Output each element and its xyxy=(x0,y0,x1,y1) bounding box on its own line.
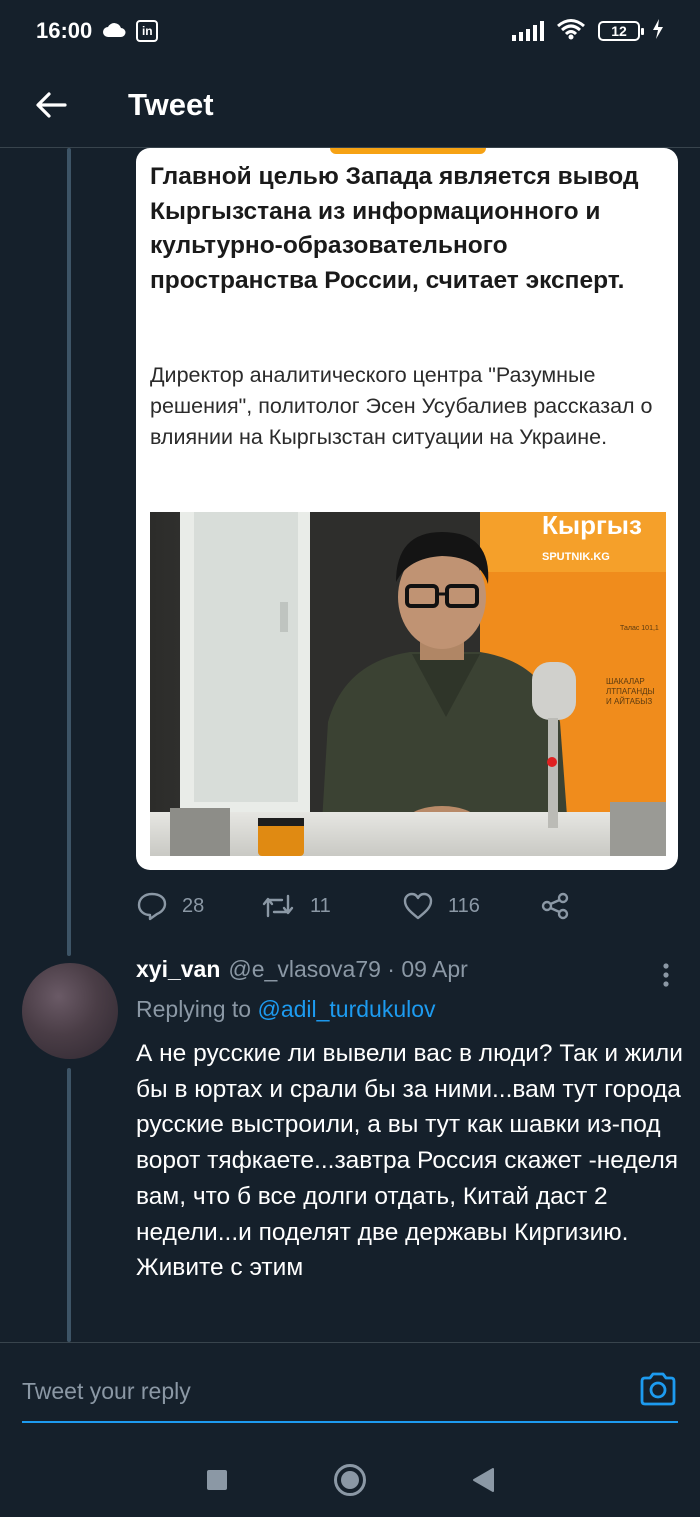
share-icon xyxy=(541,892,569,920)
header: Tweet xyxy=(0,62,700,148)
reply-input[interactable] xyxy=(22,1373,542,1409)
status-right: 12 xyxy=(512,18,664,45)
camera-button[interactable] xyxy=(638,1371,678,1407)
photo-sign-text: Кыргыз xyxy=(542,512,642,540)
comment-icon xyxy=(137,892,167,921)
reply-author-name[interactable]: xyi_van xyxy=(136,956,220,983)
back-button[interactable] xyxy=(26,80,76,130)
system-nav-bar xyxy=(0,1442,700,1517)
reply-header: xyi_van @e_vlasova79 · 09 Apr xyxy=(136,956,468,990)
replying-to: Replying to @adil_turdukulov xyxy=(136,996,436,1023)
photo-sign-line-3: И АЙТАБЫЗ xyxy=(606,697,652,706)
input-underline xyxy=(22,1421,678,1423)
reply-avatar[interactable] xyxy=(22,963,118,1059)
home-circle-icon xyxy=(333,1463,366,1496)
reply-count: 28 xyxy=(182,894,205,917)
recents-button[interactable] xyxy=(197,1460,237,1500)
article-photo: Кыргыз SPUTNIK.KG ШАКАЛАР ЛТПАГАНДЫ И АЙ… xyxy=(150,512,666,856)
like-count: 116 xyxy=(448,894,480,917)
cloud-icon xyxy=(102,18,126,44)
thread-line-bottom xyxy=(67,1068,71,1342)
thread-line-top xyxy=(67,148,71,956)
heart-icon xyxy=(403,892,433,920)
card-category-tab xyxy=(330,148,486,154)
camera-icon xyxy=(640,1372,676,1406)
reply-composer xyxy=(0,1342,700,1442)
photo-sign-brand: SPUTNIK.KG xyxy=(542,551,610,563)
card-body: Директор аналитического центра "Разумные… xyxy=(150,363,653,449)
status-left: 16:00 in xyxy=(36,18,159,44)
retweet-count: 11 xyxy=(310,894,331,917)
replying-to-label: Replying to xyxy=(136,996,258,1022)
photo-illustration: Кыргыз SPUTNIK.KG ШАКАЛАР ЛТПАГАНДЫ И АЙ… xyxy=(150,512,666,856)
like-action[interactable]: 116 xyxy=(402,891,540,921)
wifi-icon xyxy=(556,18,586,45)
reply-handle-date: @e_vlasova79 · 09 Apr xyxy=(228,956,468,982)
reply-action[interactable]: 28 xyxy=(136,891,260,921)
home-button[interactable] xyxy=(330,1460,370,1500)
charging-icon xyxy=(652,18,664,44)
photo-sign-line-1: ШАКАЛАР xyxy=(606,677,645,686)
replying-to-mention[interactable]: @adil_turdukulov xyxy=(257,996,435,1022)
retweet-icon xyxy=(262,894,294,918)
status-time: 16:00 xyxy=(36,18,93,43)
signal-icon xyxy=(512,21,544,41)
linkedin-icon: in xyxy=(136,20,159,42)
arrow-left-icon xyxy=(36,91,67,118)
retweet-action[interactable]: 11 xyxy=(260,892,402,920)
square-icon xyxy=(206,1469,227,1490)
main-tweet-actions: 28 11 116 xyxy=(136,884,596,928)
battery-icon: 12 xyxy=(598,21,644,41)
more-options-icon[interactable] xyxy=(654,962,678,988)
reply-text: А не русские ли вывели вас в люди? Так и… xyxy=(136,1040,683,1282)
photo-tag: Талас 101,1 xyxy=(620,625,659,632)
triangle-back-icon xyxy=(473,1467,495,1492)
back-nav-button[interactable] xyxy=(463,1460,503,1500)
page-title: Tweet xyxy=(128,86,214,122)
status-bar: 16:00 in 12 xyxy=(0,0,700,62)
card-headline: Главной целью Запада является вывод Кырг… xyxy=(150,163,639,294)
tweet-media-card[interactable]: Главной целью Запада является вывод Кырг… xyxy=(136,148,678,870)
photo-sign-line-2: ЛТПАГАНДЫ xyxy=(606,687,655,696)
share-action[interactable] xyxy=(540,892,570,920)
